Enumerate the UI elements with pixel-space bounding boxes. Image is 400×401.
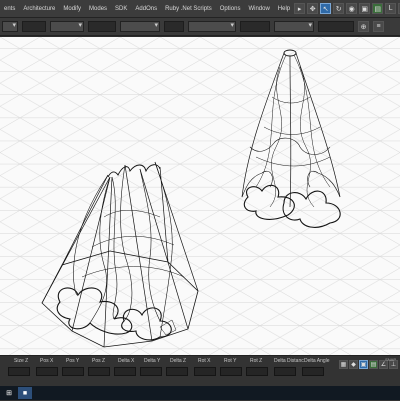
snap-point-icon[interactable]: ◆ bbox=[349, 360, 358, 369]
snap-active-icon[interactable]: ▣ bbox=[359, 360, 368, 369]
property-field-2[interactable] bbox=[88, 21, 116, 32]
field-pos-z[interactable] bbox=[88, 367, 110, 376]
property-field-3[interactable] bbox=[164, 21, 184, 32]
field-label-size-z: Size Z bbox=[14, 358, 29, 364]
view-icon[interactable]: ◉ bbox=[346, 3, 358, 14]
field-label-rot-y: Rot Y bbox=[224, 358, 237, 364]
rotate-icon[interactable]: ↻ bbox=[333, 3, 345, 14]
field-label-delta-angle: Delta Angle bbox=[304, 358, 330, 364]
menu-item-architecture[interactable]: Architecture bbox=[19, 6, 59, 12]
linetype-dropdown[interactable] bbox=[188, 21, 236, 32]
field-size-z[interactable] bbox=[8, 367, 30, 376]
style-dropdown[interactable] bbox=[50, 21, 84, 32]
menu-item-help[interactable]: Help bbox=[274, 6, 294, 12]
field-delta-x[interactable] bbox=[114, 367, 136, 376]
field-label-pos-x: Pos X bbox=[40, 358, 54, 364]
field-label-delta-distance: Delta Distanc bbox=[274, 358, 304, 364]
menu-item-ruby-net-scripts[interactable]: Ruby .Net Scripts bbox=[161, 6, 216, 12]
field-rot-x[interactable] bbox=[194, 367, 216, 376]
viewport-canvas[interactable] bbox=[0, 37, 400, 355]
field-label-delta-z: Delta Z bbox=[170, 358, 187, 364]
field-rot-z[interactable] bbox=[246, 367, 268, 376]
property-field-5[interactable] bbox=[318, 21, 354, 32]
field-rot-y[interactable] bbox=[220, 367, 242, 376]
field-delta-angle[interactable] bbox=[302, 367, 324, 376]
menu-item-sdk[interactable]: SDK bbox=[111, 6, 131, 12]
menu-item-window[interactable]: Window bbox=[244, 6, 273, 12]
layer-icon[interactable]: ▤ bbox=[372, 3, 384, 14]
app-icon[interactable]: ■ bbox=[18, 387, 32, 399]
lock-icon[interactable]: ▣ bbox=[359, 3, 371, 14]
windows-start-icon[interactable]: ⊞ bbox=[2, 387, 16, 399]
menu-item-modify[interactable]: Modify bbox=[59, 6, 85, 12]
field-label-delta-x: Delta X bbox=[118, 358, 135, 364]
menu-item-addons[interactable]: AddOns bbox=[131, 6, 161, 12]
color-dropdown[interactable] bbox=[120, 21, 160, 32]
move-icon[interactable]: ✥ bbox=[307, 3, 319, 14]
menu-item-options[interactable]: Options bbox=[216, 6, 245, 12]
menu-toolbar-icons: ▸ ✥ ↖ ↻ ◉ ▣ ▤ L ▦ bbox=[294, 3, 400, 14]
field-delta-y[interactable] bbox=[140, 367, 162, 376]
property-field-1[interactable] bbox=[22, 21, 46, 32]
coordinate-fields: Size Z Pos X Pos Y Pos Z Delta X Delta Y… bbox=[0, 358, 348, 380]
pin-icon[interactable]: ⊕ bbox=[358, 21, 369, 32]
snap-grid-icon[interactable]: ▦ bbox=[339, 360, 348, 369]
menu-item-modes[interactable]: Modes bbox=[85, 6, 111, 12]
field-label-delta-y: Delta Y bbox=[144, 358, 161, 364]
field-delta-z[interactable] bbox=[166, 367, 188, 376]
snap-object-icon[interactable]: ▤ bbox=[369, 360, 378, 369]
select-icon[interactable]: ▸ bbox=[294, 3, 306, 14]
field-pos-y[interactable] bbox=[62, 367, 84, 376]
field-label-pos-z: Pos Z bbox=[92, 358, 106, 364]
menu-bar: ents Architecture Modify Modes SDK AddOn… bbox=[0, 0, 400, 18]
property-field-4[interactable] bbox=[240, 21, 270, 32]
property-toolbar: ⊕ ≡ bbox=[0, 18, 400, 36]
3d-viewport[interactable] bbox=[0, 37, 400, 355]
cursor-icon[interactable]: ↖ bbox=[320, 3, 332, 14]
field-delta-distance[interactable] bbox=[274, 367, 296, 376]
taskbar: ⊞ ■ bbox=[0, 386, 400, 400]
weight-dropdown[interactable] bbox=[274, 21, 314, 32]
field-label-rot-z: Rot Z bbox=[250, 358, 263, 364]
fold-icon[interactable]: L bbox=[385, 3, 397, 14]
properties-icon[interactable]: ≡ bbox=[373, 21, 384, 32]
layer-dropdown[interactable] bbox=[2, 21, 18, 32]
menu-item-elements[interactable]: ents bbox=[0, 6, 19, 12]
field-pos-x[interactable] bbox=[36, 367, 58, 376]
field-label-rot-x: Rot X bbox=[198, 358, 211, 364]
snap-label: SNAP bbox=[385, 357, 396, 362]
field-label-pos-y: Pos Y bbox=[66, 358, 80, 364]
